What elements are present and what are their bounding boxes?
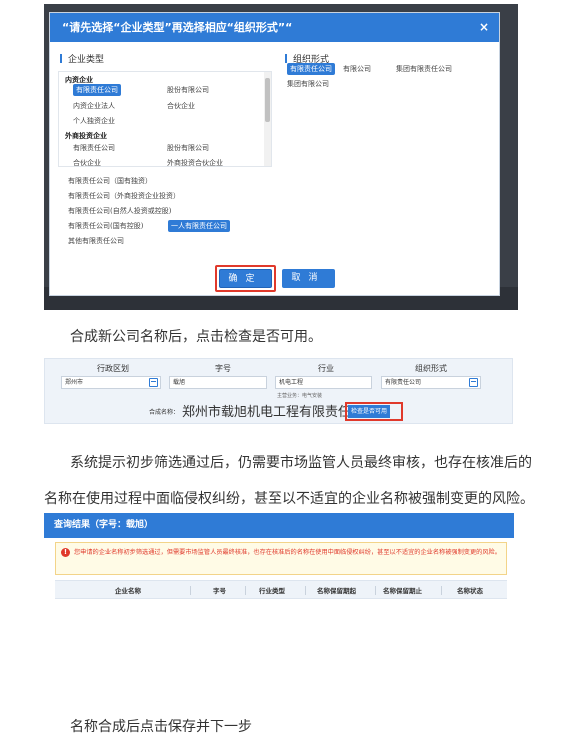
warning-text: 您申请的企业名称初步筛选通过，但需要市场监管人员最终核准，也存在核准后的名称在使… — [74, 549, 501, 556]
orgform-limited[interactable]: 有限公司 — [343, 64, 371, 74]
name-compose-screenshot: 行政区划 字号 行业 组织形式 郑州市 载旭 机电工程 有限责任公司 主营业务：… — [44, 358, 513, 424]
modal-header: “请先选择“企业类型”再选择相应“组织形式”“ × — [50, 13, 499, 42]
sub-option-one-person-llc[interactable]: 一人有限责任公司 — [168, 220, 230, 232]
col-trade-name: 字号 — [213, 587, 226, 595]
enterprise-type-title: 企业类型 — [60, 52, 104, 65]
option-domestic-sole-proprietor[interactable]: 个人独资企业 — [73, 116, 115, 126]
sub-option-state-owned[interactable]: 有限责任公司（国有独资） — [68, 176, 152, 186]
option-domestic-joint-stock[interactable]: 股份有限公司 — [167, 85, 209, 95]
sub-option-natural-person[interactable]: 有限责任公司(自然人投资或控股) — [68, 206, 171, 216]
query-result-title: 查询结果（字号：载旭） — [44, 513, 514, 538]
sub-option-state-controlled[interactable]: 有限责任公司(国有控股) — [68, 221, 143, 231]
column-divider — [305, 586, 306, 595]
option-foreign-llc[interactable]: 有限责任公司 — [73, 143, 115, 153]
col-name-status: 名称状态 — [457, 587, 483, 595]
composed-name-label: 合成名称： — [149, 409, 180, 416]
orgform-group-limited[interactable]: 集团有限公司 — [287, 79, 329, 89]
column-divider — [245, 586, 246, 595]
header-region: 行政区划 — [97, 364, 129, 373]
header-org-form: 组织形式 — [415, 364, 447, 373]
close-icon[interactable]: × — [479, 13, 489, 42]
selection-modal: “请先选择“企业类型”再选择相应“组织形式”“ × 企业类型 组织形式 内资企业… — [49, 12, 500, 296]
modal-title: “请先选择“企业类型”再选择相应“组织形式”“ — [62, 21, 293, 34]
column-divider — [190, 586, 191, 595]
option-domestic-legal-person[interactable]: 内资企业法人 — [73, 101, 115, 111]
col-reserve-start: 名称保留期起 — [317, 587, 356, 595]
header-trade-name: 字号 — [215, 364, 231, 373]
warning-icon: ! — [61, 548, 70, 557]
orgform-group-llc[interactable]: 集团有限责任公司 — [396, 64, 452, 74]
enterprise-type-dialog-screenshot: “请先选择“企业类型”再选择相应“组织形式”“ × 企业类型 组织形式 内资企业… — [44, 4, 518, 310]
col-industry-type: 行业类型 — [259, 587, 285, 595]
caption-system-hint-line1: 系统提示初步筛选通过后，仍需要市场监管人员最终审核，也存在核准后的 — [70, 455, 532, 471]
col-enterprise-name: 企业名称 — [115, 587, 141, 595]
org-form-field[interactable]: 有限责任公司 — [381, 376, 481, 389]
confirm-button[interactable]: 确定 — [219, 269, 272, 288]
sub-option-other[interactable]: 其他有限责任公司 — [68, 236, 124, 246]
query-result-screenshot: 查询结果（字号：载旭） ! 您申请的企业名称初步筛选通过，但需要市场监管人员最终… — [44, 513, 514, 601]
region-field[interactable]: 郑州市 — [61, 376, 161, 389]
column-divider — [441, 586, 442, 595]
title-bar-icon — [285, 54, 287, 63]
option-foreign-investment-partnership[interactable]: 外商投资合伙企业 — [167, 158, 223, 166]
main-business-hint: 主营业务：电气安装 — [277, 393, 323, 399]
option-domestic-partnership[interactable]: 合伙企业 — [167, 101, 195, 111]
scrollbar-thumb[interactable] — [265, 78, 270, 122]
caption-check-name: 合成新公司名称后，点击检查是否可用。 — [70, 329, 322, 345]
warning-alert: ! 您申请的企业名称初步筛选通过，但需要市场监管人员最终核准，也存在核准后的名称… — [55, 542, 507, 575]
option-foreign-joint-stock[interactable]: 股份有限公司 — [167, 143, 209, 153]
result-table-header: 企业名称 字号 行业类型 名称保留期起 名称保留期止 名称状态 — [55, 580, 507, 599]
enterprise-type-list[interactable]: 内资企业 有限责任公司 股份有限公司 内资企业法人 合伙企业 个人独资企业 外商… — [58, 71, 272, 167]
picker-icon[interactable] — [149, 378, 158, 387]
column-divider — [375, 586, 376, 595]
trade-name-field[interactable]: 载旭 — [169, 376, 267, 389]
col-reserve-end: 名称保留期止 — [383, 587, 422, 595]
industry-field[interactable]: 机电工程 — [275, 376, 372, 389]
sub-option-foreign-invested[interactable]: 有限责任公司（外商投资企业投资） — [68, 191, 180, 201]
cancel-button[interactable]: 取消 — [282, 269, 335, 288]
group-foreign: 外商投资企业 — [65, 132, 107, 140]
option-domestic-llc[interactable]: 有限责任公司 — [73, 84, 121, 96]
orgform-llc[interactable]: 有限责任公司 — [287, 63, 335, 75]
option-foreign-partnership[interactable]: 合伙企业 — [73, 158, 101, 166]
picker-icon[interactable] — [469, 378, 478, 387]
title-bar-icon — [60, 54, 62, 63]
caption-save-next: 名称合成后点击保存并下一步 — [70, 719, 252, 735]
header-industry: 行业 — [318, 364, 334, 373]
caption-system-hint-line2: 名称在使用过程中面临侵权纠纷，甚至以不适宜的企业名称被强制变更的风险。 — [44, 491, 534, 507]
scrollbar[interactable] — [264, 72, 271, 166]
check-availability-button[interactable]: 检查是否可用 — [348, 405, 391, 418]
